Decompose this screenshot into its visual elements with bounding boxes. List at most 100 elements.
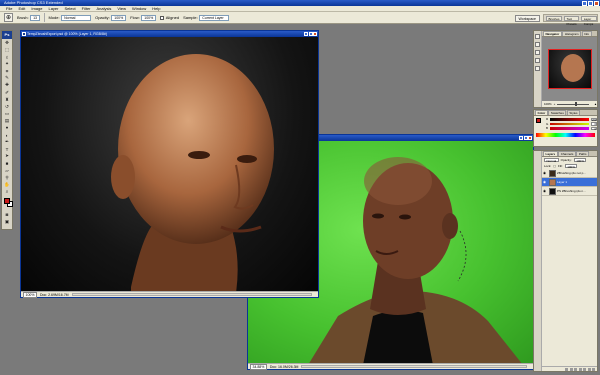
layer-row[interactable]: ◉ PS ZBrushing (do n...: [534, 187, 597, 196]
brush-size-picker[interactable]: 13: [30, 14, 40, 21]
minimize-button[interactable]: [582, 0, 587, 6]
quick-mask-icon[interactable]: ◙: [2, 212, 12, 219]
doc-maximize-button[interactable]: [523, 135, 528, 140]
zoom-slider-thumb[interactable]: [574, 102, 577, 106]
document-window-3d[interactable]: TempZbrushExport.psd @ 100% (Layer 1, RG…: [20, 30, 319, 298]
zoom-in-icon[interactable]: ▲: [594, 102, 597, 106]
magic-wand-icon[interactable]: ✦: [2, 61, 12, 68]
doc-maximize-button[interactable]: [308, 31, 313, 36]
color-fg-swatch[interactable]: [536, 118, 541, 123]
layer-style-icon[interactable]: [569, 367, 573, 371]
pen-icon[interactable]: ✒: [2, 139, 12, 146]
screen-mode-icon[interactable]: ▣: [2, 219, 12, 226]
move-icon[interactable]: ✥: [2, 40, 12, 47]
b-slider[interactable]: [550, 127, 590, 130]
mode-select[interactable]: Normal: [61, 14, 92, 21]
opacity-input[interactable]: 100%: [111, 14, 127, 21]
g-value[interactable]: 0: [591, 122, 597, 126]
well-tab-brushes[interactable]: Brushes: [546, 15, 563, 21]
zoom-level[interactable]: 100%: [23, 291, 37, 298]
tab-color[interactable]: Color: [535, 110, 548, 115]
gradient-icon[interactable]: ▤: [2, 118, 12, 125]
zoom-out-icon[interactable]: ▵: [554, 102, 556, 106]
maximize-button[interactable]: [588, 0, 593, 6]
doc-size-info[interactable]: Doc: 16.0M/26.3M: [270, 365, 299, 369]
lock-icon[interactable]: ▢: [553, 164, 556, 168]
new-layer-icon[interactable]: [587, 367, 591, 371]
tab-navigator[interactable]: Navigator: [543, 31, 562, 36]
zoom-slider[interactable]: [557, 102, 590, 106]
healing-icon[interactable]: ✚: [2, 82, 12, 89]
link-layers-icon[interactable]: [565, 367, 568, 371]
doc-close-button[interactable]: [528, 135, 532, 140]
notes-icon[interactable]: ▱: [2, 167, 12, 174]
eye-icon[interactable]: ◉: [543, 171, 547, 175]
history-panel-icon[interactable]: [535, 34, 540, 39]
render-canvas[interactable]: [21, 37, 318, 291]
color-spectrum[interactable]: [536, 133, 595, 137]
photoshop-logo[interactable]: Ps: [2, 31, 12, 39]
menu-edit[interactable]: Edit: [15, 6, 28, 11]
shape-icon[interactable]: ■: [2, 160, 12, 167]
menu-layer[interactable]: Layer: [45, 6, 61, 11]
eye-icon[interactable]: ◉: [543, 189, 547, 193]
tab-styles[interactable]: Styles: [566, 110, 581, 115]
doc-size-info[interactable]: Doc: 2.69M/16.7M: [40, 293, 69, 297]
navigator-view-box[interactable]: [547, 49, 592, 89]
path-select-icon[interactable]: ➤: [2, 153, 12, 160]
menu-select[interactable]: Select: [62, 6, 79, 11]
eye-icon[interactable]: ◉: [543, 180, 547, 184]
brush-icon[interactable]: ✐: [2, 89, 12, 96]
workspace-button[interactable]: Workspace: [514, 14, 540, 22]
sample-select[interactable]: Current Layer: [199, 14, 230, 21]
brushes-panel-icon[interactable]: [535, 50, 540, 55]
tab-swatches[interactable]: Swatches: [548, 110, 567, 115]
eraser-icon[interactable]: ▭: [2, 111, 12, 118]
layer-mask-icon[interactable]: [574, 367, 577, 371]
adjustment-layer-icon[interactable]: [578, 367, 582, 371]
blur-icon[interactable]: ●: [2, 125, 12, 132]
menu-image[interactable]: Image: [28, 6, 45, 11]
tab-layers[interactable]: Layers: [543, 151, 558, 156]
zoom-level[interactable]: 34.88%: [250, 363, 267, 370]
hand-icon[interactable]: ✋: [2, 181, 12, 188]
close-button[interactable]: [594, 0, 599, 6]
doc-minimize-button[interactable]: [519, 135, 523, 140]
zoom-icon[interactable]: ⌕: [2, 189, 12, 196]
menu-view[interactable]: View: [114, 6, 129, 11]
marquee-icon[interactable]: ⬚: [2, 47, 12, 54]
crop-icon[interactable]: ⌗: [2, 68, 12, 75]
menu-file[interactable]: File: [3, 6, 15, 11]
tool-presets-icon[interactable]: [535, 58, 540, 63]
aligned-checkbox[interactable]: [160, 15, 165, 20]
menu-filter[interactable]: Filter: [79, 6, 94, 11]
menu-help[interactable]: Help: [149, 6, 163, 11]
tab-info[interactable]: Info: [581, 31, 592, 36]
layers-opacity-input[interactable]: 100%: [573, 157, 587, 163]
horizontal-scrollbar[interactable]: [301, 364, 527, 369]
layer-row-selected[interactable]: ◉ Layer 1: [534, 178, 597, 187]
fill-input[interactable]: 100%: [564, 163, 578, 169]
r-slider[interactable]: [550, 118, 589, 121]
tab-histogram[interactable]: Histogram: [562, 31, 582, 36]
eyedropper-icon[interactable]: ⚲: [2, 174, 12, 181]
menu-analysis[interactable]: Analysis: [94, 6, 115, 11]
doc-close-button[interactable]: [313, 31, 317, 36]
well-tab-tool-presets[interactable]: Tool Presets: [564, 15, 580, 26]
well-tab-layer-comps[interactable]: Layer Comps: [581, 15, 597, 26]
tab-channels[interactable]: Channels: [558, 151, 576, 156]
flow-input[interactable]: 100%: [141, 14, 157, 21]
menu-window[interactable]: Window: [129, 6, 149, 11]
doc-minimize-button[interactable]: [304, 31, 308, 36]
tab-paths[interactable]: Paths: [576, 151, 590, 156]
horizontal-scrollbar[interactable]: [71, 292, 312, 297]
g-slider[interactable]: [550, 122, 590, 125]
layer-row[interactable]: ◉ ZBrushing (do not p...: [534, 169, 597, 178]
slice-icon[interactable]: ✎: [2, 75, 12, 82]
history-brush-icon[interactable]: ↺: [2, 103, 12, 110]
b-value[interactable]: 0: [591, 126, 597, 131]
dodge-icon[interactable]: ◐: [2, 132, 12, 139]
lasso-icon[interactable]: ℓ: [2, 54, 12, 61]
r-value[interactable]: 200: [591, 117, 597, 122]
clone-stamp-icon[interactable]: ♜: [2, 96, 12, 103]
